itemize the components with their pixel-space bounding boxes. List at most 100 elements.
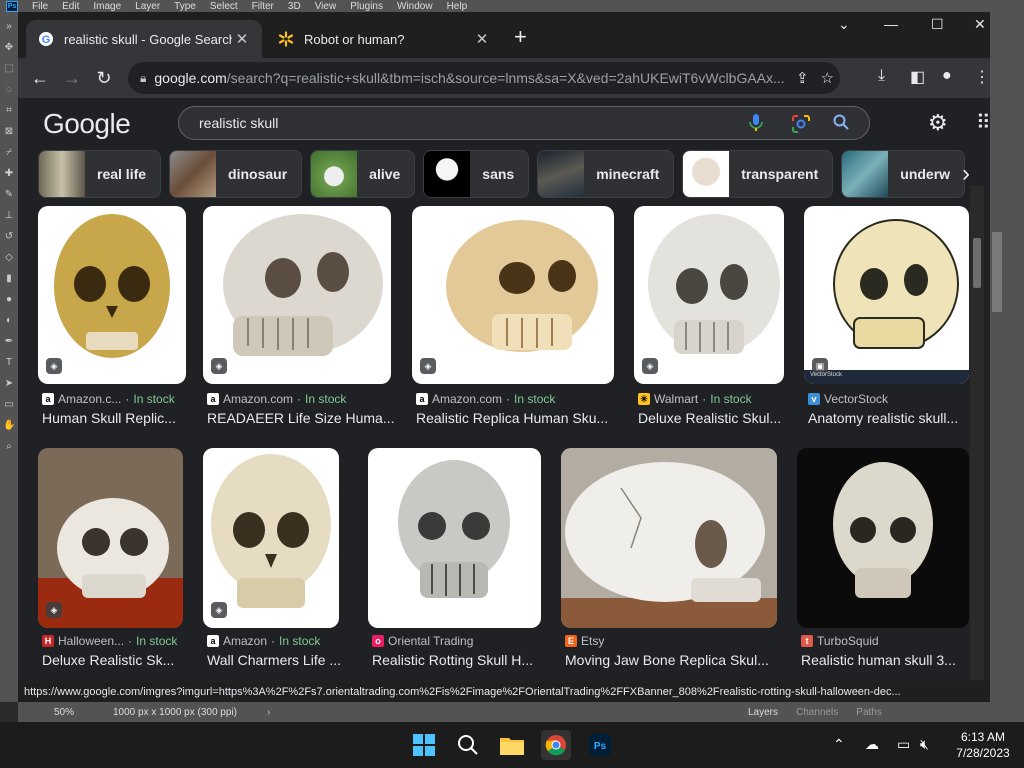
chip-dinosaur[interactable]: dinosaur — [169, 150, 303, 198]
result-source[interactable]: a Amazon.c... · In stock — [42, 392, 175, 406]
ps-menu-edit[interactable]: Edit — [62, 1, 79, 12]
ps-menu-plugins[interactable]: Plugins — [350, 1, 383, 12]
result-image[interactable]: ◈ — [203, 206, 391, 384]
reload-icon[interactable]: ↻ — [92, 66, 116, 90]
photoshop-taskbar-icon[interactable]: Ps — [585, 730, 615, 760]
side-panel-icon[interactable]: ◧ — [910, 67, 925, 87]
windows-start-icon[interactable] — [409, 730, 439, 760]
ps-menu-select[interactable]: Select — [210, 1, 238, 12]
ps-menu-view[interactable]: View — [315, 1, 337, 12]
display-icon[interactable]: ▭ — [897, 736, 910, 753]
ps-menu-image[interactable]: Image — [93, 1, 121, 12]
result-image[interactable] — [561, 448, 777, 628]
result-image[interactable]: ▣ VectorStock — [804, 206, 969, 384]
ps-menu-help[interactable]: Help — [447, 1, 468, 12]
chip-sans[interactable]: sans — [423, 150, 530, 198]
lasso-tool-icon[interactable]: ◌ — [3, 84, 15, 96]
dodge-tool-icon[interactable]: ◐ — [3, 315, 15, 327]
new-tab-icon[interactable]: + — [514, 24, 527, 50]
close-tab-icon[interactable]: ✕ — [232, 30, 252, 48]
result-caption[interactable]: Moving Jaw Bone Replica Skul... — [565, 652, 779, 668]
result-source[interactable]: H Halloween... · In stock — [42, 634, 177, 648]
tab-layers[interactable]: Layers — [748, 707, 778, 718]
result-caption[interactable]: Human Skull Replic... — [42, 410, 192, 426]
move-tool-icon[interactable]: ✥ — [3, 42, 15, 54]
frame-tool-icon[interactable]: ⊠ — [3, 126, 15, 138]
ps-menu-window[interactable]: Window — [397, 1, 433, 12]
hand-tool-icon[interactable]: ✋ — [3, 420, 15, 432]
close-window-icon[interactable]: ✕ — [974, 16, 986, 33]
pen-tool-icon[interactable]: ✒ — [3, 336, 15, 348]
result-image[interactable]: ◈ — [634, 206, 784, 384]
profile-icon[interactable]: ● — [942, 67, 952, 85]
chip-transparent[interactable]: transparent — [682, 150, 834, 198]
search-input[interactable] — [179, 115, 699, 131]
zoom-tool-icon[interactable]: ⌕ — [3, 441, 15, 453]
minimize-icon[interactable]: — — [884, 16, 898, 32]
chevron-right-icon[interactable]: › — [267, 707, 270, 718]
ps-menu-file[interactable]: File — [32, 1, 48, 12]
result-image[interactable]: ◈ — [412, 206, 614, 384]
forward-arrow-icon[interactable]: → — [60, 66, 84, 90]
result-caption[interactable]: Realistic Replica Human Sku... — [416, 410, 616, 426]
tab-google-search[interactable]: G realistic skull - Google Search ✕ — [26, 20, 262, 58]
panel-scrollbar[interactable] — [992, 232, 1002, 312]
tab-paths[interactable]: Paths — [856, 707, 882, 718]
ps-menu-filter[interactable]: Filter — [252, 1, 274, 12]
chevron-up-icon[interactable]: ⌃ — [833, 736, 845, 753]
result-image[interactable]: ◈ — [203, 448, 339, 628]
result-source[interactable]: a Amazon · In stock — [207, 634, 320, 648]
history-brush-icon[interactable]: ↺ — [3, 231, 15, 243]
more-menu-icon[interactable]: ⋮ — [974, 67, 990, 87]
result-caption[interactable]: Realistic Rotting Skull H... — [372, 652, 544, 668]
stamp-tool-icon[interactable]: ⊥ — [3, 210, 15, 222]
chip-minecraft[interactable]: minecraft — [537, 150, 675, 198]
lock-icon[interactable]: 🔒︎ — [140, 71, 146, 86]
eyedropper-tool-icon[interactable]: ⌿ — [3, 147, 15, 159]
chip-alive[interactable]: alive — [310, 150, 416, 198]
result-source[interactable]: E Etsy — [565, 634, 604, 648]
result-image[interactable] — [368, 448, 541, 628]
crop-tool-icon[interactable]: ⌗ — [3, 105, 15, 117]
cloud-offline-icon[interactable]: ☁ — [865, 736, 879, 753]
ps-menu-type[interactable]: Type — [174, 1, 196, 12]
maximize-icon[interactable]: ☐ — [931, 16, 944, 33]
path-select-icon[interactable]: ➤ — [3, 378, 15, 390]
result-source[interactable]: a Amazon.com · In stock — [416, 392, 555, 406]
scrollbar-thumb[interactable] — [973, 238, 981, 288]
tab-robot-or-human[interactable]: Robot or human? ✕ — [266, 20, 502, 58]
share-icon[interactable]: ⇪ — [796, 69, 809, 87]
blur-tool-icon[interactable]: ● — [3, 294, 15, 306]
microphone-icon[interactable] — [749, 114, 763, 137]
result-caption[interactable]: Anatomy realistic skull... — [808, 410, 968, 426]
ps-menu-3d[interactable]: 3D — [288, 1, 301, 12]
shape-tool-icon[interactable]: ▭ — [3, 399, 15, 411]
healing-tool-icon[interactable]: ✚ — [3, 168, 15, 180]
chip-real-life[interactable]: real life — [38, 150, 162, 198]
file-explorer-icon[interactable] — [497, 730, 527, 760]
apps-grid-icon[interactable]: ⠿ — [976, 110, 990, 135]
result-caption[interactable]: Deluxe Realistic Skul... — [638, 410, 788, 426]
result-source[interactable]: a Amazon.com · In stock — [207, 392, 346, 406]
tab-channels[interactable]: Channels — [796, 707, 838, 718]
ps-menu-layer[interactable]: Layer — [135, 1, 160, 12]
collapse-icon[interactable]: » — [3, 21, 15, 33]
page-scrollbar[interactable] — [970, 186, 984, 680]
brush-tool-icon[interactable]: ✎ — [3, 189, 15, 201]
chevron-right-icon[interactable]: › — [962, 160, 970, 188]
gradient-tool-icon[interactable]: ▮ — [3, 273, 15, 285]
bookmark-star-icon[interactable]: ☆ — [821, 69, 834, 87]
close-tab-icon[interactable]: ✕ — [472, 30, 492, 48]
result-caption[interactable]: Wall Charmers Life ... — [207, 652, 357, 668]
tab-search-chevron-icon[interactable]: ⌄ — [838, 16, 850, 33]
google-lens-icon[interactable] — [791, 114, 811, 139]
volume-muted-icon[interactable]: 🔇︎ — [920, 736, 929, 753]
result-source[interactable]: o Oriental Trading — [372, 634, 473, 648]
result-source[interactable]: t TurboSquid — [801, 634, 879, 648]
google-logo[interactable]: Google — [43, 108, 131, 140]
clock[interactable]: 6:13 AM 7/28/2023 — [950, 729, 1016, 761]
chrome-icon[interactable] — [541, 730, 571, 760]
result-source[interactable]: ✳ Walmart · In stock — [638, 392, 752, 406]
back-arrow-icon[interactable]: ← — [28, 66, 52, 90]
result-source[interactable]: v VectorStock — [808, 392, 888, 406]
